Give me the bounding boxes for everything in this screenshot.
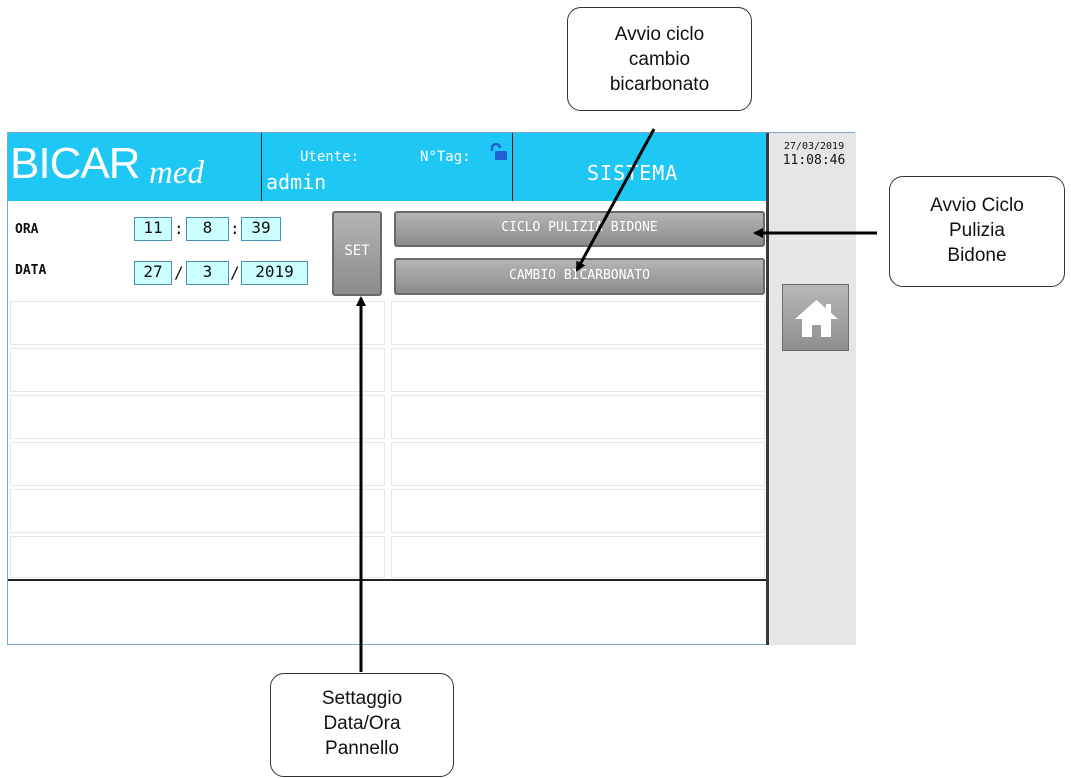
callout-line: Settaggio [321, 688, 403, 709]
home-button[interactable] [782, 284, 849, 351]
date-label: DATA [15, 263, 47, 278]
callout-line: Bidone [947, 245, 1007, 266]
home-icon [795, 300, 838, 337]
callout-line: Data/Ora [323, 713, 401, 734]
hmi-panel: BICAR med Utente: admin N°Tag: SISTEMA 2… [7, 132, 856, 645]
list-row-left [10, 348, 385, 392]
callout-line: Pannello [325, 738, 399, 759]
callout-line: Avvio ciclo [614, 24, 705, 45]
callout-line: cambio [628, 49, 691, 70]
lock-open-icon[interactable] [488, 142, 508, 161]
list-row-right [391, 489, 765, 533]
clock-time: 11:08:46 [782, 153, 846, 168]
page-title: SISTEMA [587, 161, 679, 185]
day-field[interactable]: 27 [134, 261, 172, 285]
callout-line: Avvio Ciclo [930, 195, 1024, 216]
header-logo-section: BICAR med [8, 133, 261, 201]
list-row-left [10, 536, 385, 578]
clock-date: 27/03/2019 [783, 141, 845, 152]
logo-text-main: BICAR [10, 139, 140, 188]
cleaning-cycle-button[interactable]: CICLO PULIZIA BIDONE [394, 211, 765, 247]
list-row-right [391, 395, 765, 439]
callout-line: Pulizia [949, 220, 1005, 241]
date-separator-2: / [230, 263, 240, 282]
list-row-left [10, 395, 385, 439]
date-separator-1: / [174, 263, 184, 282]
callout-bicarbonate-change: Avvio ciclo cambio bicarbonato [567, 7, 752, 111]
time-separator-2: : [230, 219, 240, 238]
tag-label: N°Tag: [420, 149, 471, 165]
header-user-section: Utente: admin N°Tag: [261, 133, 512, 201]
hour-field[interactable]: 11 [134, 217, 172, 241]
bicarbonate-change-button[interactable]: CAMBIO BICARBONATO [394, 258, 765, 295]
year-field[interactable]: 2019 [241, 261, 308, 285]
list-row-right [391, 348, 765, 392]
month-field[interactable]: 3 [186, 261, 229, 285]
user-name: admin [266, 170, 327, 194]
list-row-left [10, 442, 385, 486]
user-label: Utente: [300, 149, 360, 165]
second-field[interactable]: 39 [241, 217, 281, 241]
right-panel: 27/03/2019 11:08:46 [766, 133, 856, 645]
callout-cleaning-cycle: Avvio Ciclo Pulizia Bidone [889, 176, 1065, 287]
minute-field[interactable]: 8 [186, 217, 229, 241]
list-row-left [10, 301, 385, 345]
logo-text-sub: med [149, 155, 204, 191]
time-label: ORA [15, 222, 39, 237]
list-row-right [391, 536, 765, 578]
callout-line: bicarbonato [609, 74, 710, 95]
header-title-section: SISTEMA [512, 133, 766, 201]
callout-datetime-setting: Settaggio Data/Ora Pannello [270, 673, 454, 777]
time-separator-1: : [174, 219, 184, 238]
list-row-right [391, 301, 765, 345]
list-row-left [10, 489, 385, 533]
list-row-right [391, 442, 765, 486]
bottom-divider [8, 579, 766, 581]
set-datetime-button[interactable]: SET [332, 211, 382, 296]
